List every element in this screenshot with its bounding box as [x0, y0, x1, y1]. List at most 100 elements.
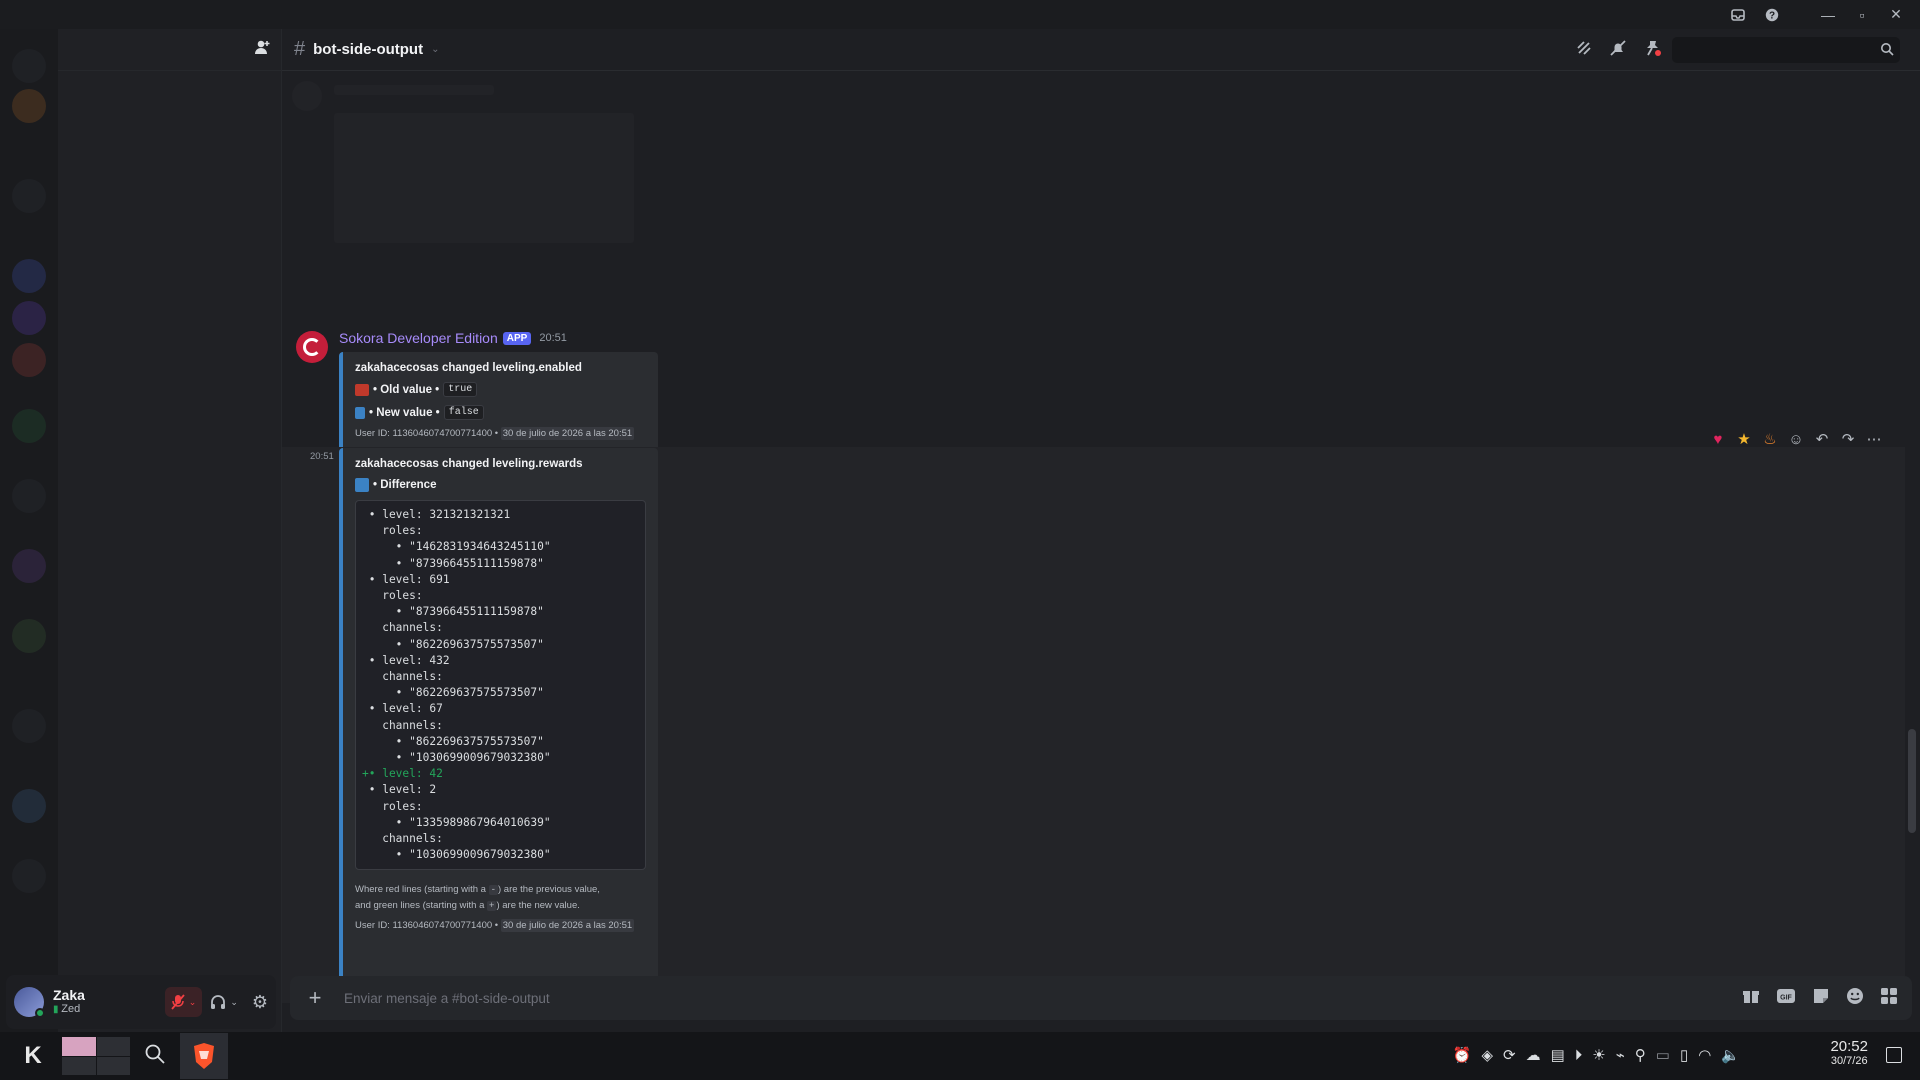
usb-icon[interactable]: ⌁ [1616, 1046, 1625, 1064]
search-box[interactable] [1672, 37, 1900, 63]
server-icon[interactable] [12, 343, 46, 377]
wifi-icon[interactable]: ◠ [1698, 1046, 1711, 1064]
brave-browser-task[interactable] [180, 1033, 228, 1079]
desktop-pager[interactable] [62, 1037, 130, 1075]
user-status-text: Zed [61, 1002, 81, 1015]
server-icon[interactable] [12, 789, 46, 823]
show-desktop-icon[interactable] [1886, 1047, 1902, 1063]
apps-icon[interactable] [1880, 987, 1898, 1005]
bot-avatar[interactable] [296, 331, 328, 363]
note-text: Where red lines (starting with a [355, 884, 486, 896]
mute-button[interactable]: ⌄ [164, 987, 203, 1017]
svg-text:GIF: GIF [1780, 995, 1792, 1002]
chevron-down-icon[interactable]: ⌄ [431, 44, 439, 55]
server-icon[interactable] [12, 409, 46, 443]
server-icon[interactable] [12, 301, 46, 335]
threads-icon[interactable] [1575, 39, 1593, 57]
server-icon[interactable] [12, 549, 46, 583]
avatar[interactable] [14, 987, 45, 1018]
battery-icon[interactable]: ▯ [1680, 1046, 1688, 1064]
clock-time: 20:52 [1830, 1038, 1868, 1055]
diff-line: • "1335989867964010639" [362, 815, 551, 829]
add-attachment-icon[interactable]: + [304, 985, 326, 1011]
discord-tray-icon[interactable]: ◈ [1481, 1046, 1493, 1064]
message-timestamp[interactable]: 20:51 [539, 332, 567, 344]
minimize-icon[interactable]: — [1814, 4, 1842, 26]
hashtag-icon: # [294, 38, 306, 60]
diff-line: channels: [362, 832, 443, 846]
diff-line: • "1030699009679032380" [362, 848, 551, 862]
add-reaction-icon[interactable]: ☺ [1786, 429, 1806, 449]
embed-footer: User ID: 1136046074700771400 • 30 de jul… [355, 427, 646, 440]
gif-icon[interactable]: GIF [1776, 987, 1796, 1005]
settings-gear-icon[interactable]: ⚙ [252, 992, 268, 1013]
author-name[interactable]: Sokora Developer Edition [339, 330, 498, 346]
media-play-icon[interactable]: ⏵ [1575, 1047, 1583, 1064]
close-icon[interactable]: ✕ [1882, 4, 1910, 26]
channel-sidebar [58, 29, 282, 1032]
server-icon[interactable] [12, 179, 46, 213]
reply-icon[interactable]: ↶ [1812, 429, 1832, 449]
brightness-icon[interactable]: ☀ [1592, 1046, 1605, 1064]
muted-mic-icon [171, 994, 185, 1010]
help-icon[interactable]: ? [1758, 4, 1786, 26]
new-value-code: false [443, 405, 484, 420]
message-timestamp[interactable]: 20:51 [310, 451, 334, 462]
server-icon[interactable] [12, 479, 46, 513]
diff-line: • "862269637575573507" [362, 734, 544, 748]
kde-launcher-icon[interactable]: K [16, 1039, 50, 1073]
volume-icon[interactable]: 🔈 [1721, 1046, 1740, 1064]
desktop-4[interactable] [96, 1056, 130, 1075]
user-status: ▮ Zed [53, 1002, 85, 1017]
channel-name[interactable]: bot-side-output [313, 41, 423, 58]
desktop-2[interactable] [96, 1037, 130, 1056]
message-input[interactable] [344, 990, 1544, 1006]
desktop-3[interactable] [62, 1056, 96, 1075]
pin-icon[interactable] [1643, 39, 1661, 57]
weather-icon[interactable]: ☁ [1526, 1046, 1541, 1064]
chevron-down-icon[interactable]: ⌄ [189, 997, 197, 1008]
vpn-icon[interactable]: ⚲ [1635, 1046, 1646, 1064]
forward-icon[interactable]: ↷ [1838, 429, 1858, 449]
chevron-down-icon[interactable]: ⌄ [230, 997, 238, 1008]
note-key: - [488, 885, 498, 896]
gift-icon[interactable] [1742, 987, 1760, 1005]
footer-user-id: User ID: 1136046074700771400 • [355, 428, 499, 439]
add-friend-icon[interactable] [253, 39, 271, 60]
search-input[interactable] [1672, 37, 1862, 63]
more-options-icon[interactable]: ⋯ [1864, 429, 1884, 449]
search-icon[interactable] [144, 1043, 166, 1070]
maximize-icon[interactable]: ▫ [1848, 4, 1876, 26]
update-icon[interactable]: ⟳ [1503, 1046, 1516, 1064]
server-icon[interactable] [12, 709, 46, 743]
notifications-muted-icon[interactable] [1609, 39, 1627, 57]
server-icon[interactable] [12, 859, 46, 893]
sidebar-header [58, 29, 281, 71]
deafen-button[interactable]: ⌄ [210, 994, 238, 1010]
scrollbar[interactable] [1908, 729, 1916, 833]
storage-icon[interactable]: ▭ [1656, 1046, 1670, 1064]
diff-line: • "1030699009679032380" [362, 751, 551, 765]
star-reaction-icon[interactable]: ★ [1734, 429, 1754, 449]
server-rail [0, 29, 58, 1032]
chat-area: # bot-side-output ⌄ Sokora Developer Edi… [282, 29, 1920, 1032]
inbox-icon[interactable] [1724, 4, 1752, 26]
server-icon[interactable] [12, 49, 46, 83]
diff-line: • "873966455111159878" [362, 605, 544, 619]
sticker-icon[interactable] [1812, 987, 1830, 1005]
clipboard-icon[interactable]: ▤ [1551, 1046, 1565, 1064]
footer-date: 30 de julio de 2026 a las 20:51 [500, 427, 635, 440]
clock[interactable]: 20:52 30/7/26 [1830, 1038, 1868, 1067]
alarm-icon[interactable]: ⏰ [1453, 1046, 1472, 1064]
server-icon[interactable] [12, 259, 46, 293]
heart-reaction-icon[interactable]: ♥ [1708, 429, 1728, 449]
message-actions-bar: ♥ ★ ♨ ☺ ↶ ↷ ⋯ [1702, 425, 1902, 453]
fire-reaction-icon[interactable]: ♨ [1760, 429, 1780, 449]
emoji-icon[interactable] [1846, 987, 1864, 1005]
desktop-1[interactable] [62, 1037, 96, 1056]
headphones-icon [211, 995, 226, 1009]
server-icon[interactable] [12, 619, 46, 653]
old-value-label: • Old value • [373, 383, 440, 396]
warning-triangle-icon [355, 478, 369, 492]
server-icon[interactable] [12, 89, 46, 123]
